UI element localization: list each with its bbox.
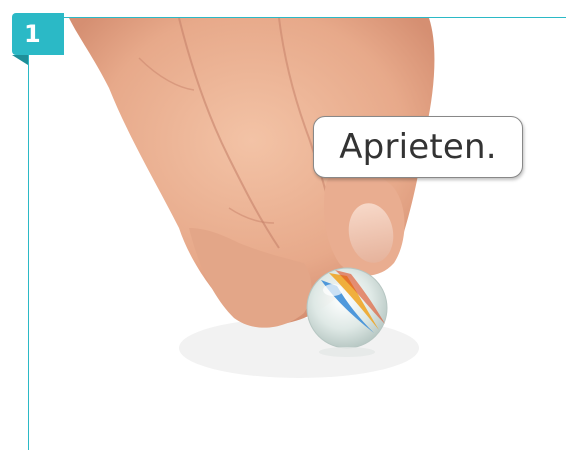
page: 1 Aprieten.: [0, 0, 566, 450]
frame-top-line: [28, 17, 566, 18]
badge-fold: [12, 55, 28, 65]
caption-bubble: Aprieten.: [313, 116, 523, 178]
hand-marble-photo: [29, 18, 566, 450]
frame-left-line: [28, 17, 29, 450]
step-number: 1: [24, 20, 41, 48]
caption-text: Aprieten.: [339, 127, 497, 167]
step-number-badge: 1: [12, 13, 64, 55]
